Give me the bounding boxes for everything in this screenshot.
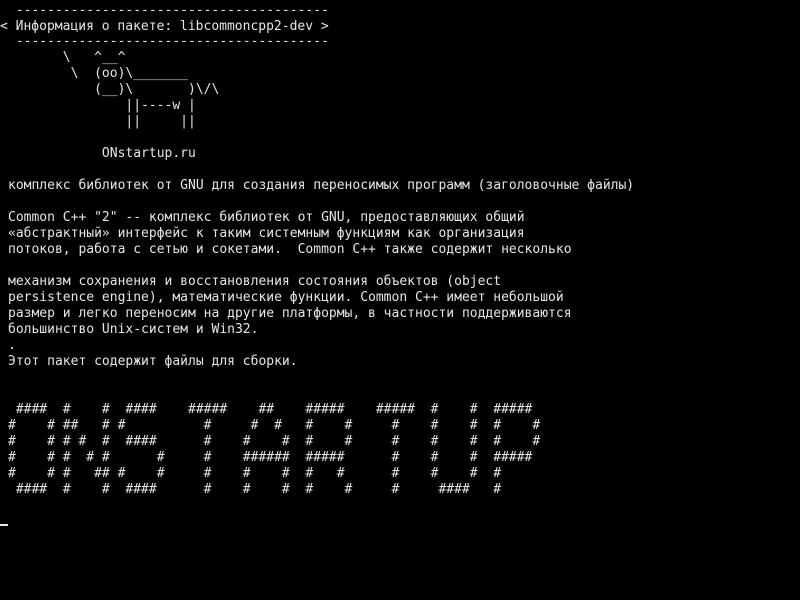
- description-line: .: [8, 338, 16, 353]
- ascii-banner-line: # # # ## # # # # # # # # # # #: [8, 466, 502, 481]
- description-line: Этот пакет содержит файлы для сборки.: [8, 354, 298, 369]
- description-line: persistence engine), математические функ…: [8, 290, 564, 305]
- ascii-cow-line: ||----w |: [8, 98, 196, 113]
- terminal-screen[interactable]: ----------------------------------------…: [0, 0, 800, 600]
- package-summary: комплекс библиотек от GNU для создания п…: [8, 178, 635, 193]
- signature-text: ONstartup.ru: [8, 146, 196, 161]
- ascii-cow-line: \ (oo)\_______: [8, 66, 189, 81]
- description-line: механизм сохранения и восстановления сос…: [8, 274, 502, 289]
- text-cursor: [0, 524, 8, 526]
- ascii-banner-line: #### # # #### # # # # # # #### #: [8, 482, 502, 497]
- ascii-cow-line: \ ^__^: [8, 50, 126, 65]
- description-line: Common C++ "2" -- комплекс библиотек от …: [8, 210, 525, 225]
- description-line: большинство Unix-систем и Win32.: [8, 322, 259, 337]
- description-line: размер и легко переносим на другие платф…: [8, 306, 572, 321]
- ascii-banner-line: # # ## # # # # # # # # # # # #: [8, 418, 541, 433]
- ascii-cow-line: (__)\ )\/\: [8, 82, 220, 97]
- description-line: потоков, работа с сетью и сокетами. Comm…: [8, 242, 572, 257]
- description-line: «абстрактный» интерфейс к таким системны…: [8, 226, 525, 241]
- ascii-banner-line: #### # # #### ##### ## ##### ##### # # #…: [8, 402, 533, 417]
- speech-bubble-top-border: ----------------------------------------: [8, 3, 329, 18]
- speech-bubble-text: < Информация о пакете: libcommoncpp2-dev…: [0, 19, 329, 34]
- ascii-banner-line: # # # # # #### # # # # # # # # # #: [8, 434, 541, 449]
- speech-bubble-bottom-border: ----------------------------------------: [8, 34, 329, 49]
- ascii-cow-line: || ||: [8, 114, 196, 129]
- ascii-banner-line: # # # # # # # ###### ##### # # # #####: [8, 450, 533, 465]
